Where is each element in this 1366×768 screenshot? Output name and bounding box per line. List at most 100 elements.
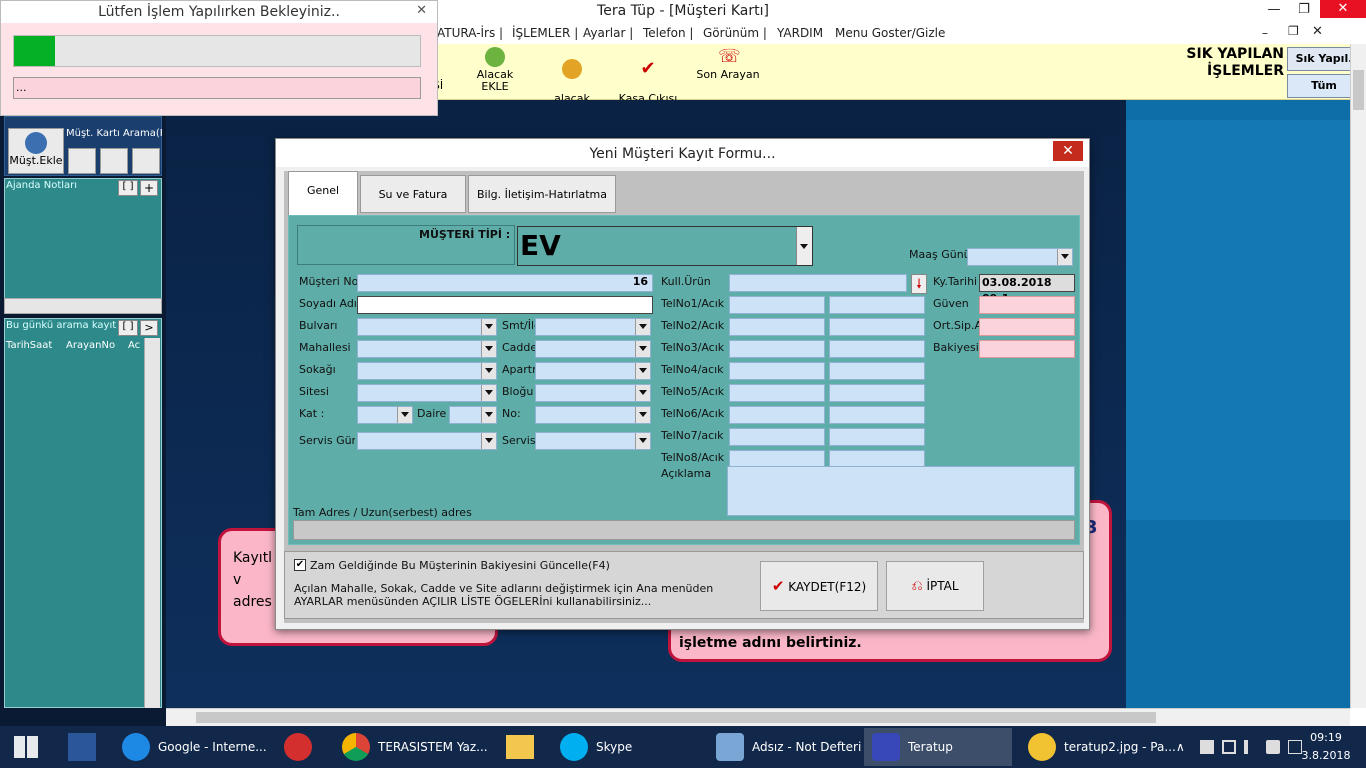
tray-volume-icon[interactable] bbox=[1266, 740, 1280, 754]
sokagi-select[interactable] bbox=[357, 362, 497, 380]
maas-gunu-select[interactable] bbox=[967, 248, 1073, 266]
musteri-no-field[interactable]: 16 bbox=[357, 274, 653, 292]
alacak-tahsilati-button[interactable]: alacak TAHSİLATI bbox=[540, 47, 604, 117]
mdi-restore-icon[interactable]: ❐ bbox=[1288, 24, 1299, 38]
tel-note-field-2[interactable] bbox=[829, 318, 925, 336]
tray-chevron-icon[interactable]: ∧ bbox=[1176, 740, 1185, 754]
horizontal-scrollbar[interactable] bbox=[166, 708, 1350, 726]
arama-collapse-button[interactable]: [ ] bbox=[118, 320, 138, 336]
tray-network-icon[interactable] bbox=[1222, 740, 1236, 754]
tel-note-field-1[interactable] bbox=[829, 296, 925, 314]
progress-close-icon[interactable]: ✕ bbox=[416, 3, 427, 18]
menu-fatura[interactable]: ATURA-İrs | bbox=[437, 26, 503, 40]
cadde-select[interactable] bbox=[535, 340, 651, 358]
task-teratup[interactable]: Teratup bbox=[864, 728, 1012, 766]
servis-select[interactable] bbox=[535, 432, 651, 450]
aciklama-field[interactable] bbox=[727, 466, 1075, 516]
arama-kayitlari-panel[interactable] bbox=[4, 318, 162, 708]
task-skype[interactable]: Skype bbox=[552, 728, 698, 766]
tab-iletisim[interactable]: Bilg. İletişim-Hatırlatma Bilgileri bbox=[468, 175, 616, 239]
ajanda-panel[interactable] bbox=[4, 178, 162, 314]
musteri-ekle-button[interactable]: Müşt.Ekle bbox=[8, 128, 64, 174]
blogu-select[interactable] bbox=[535, 384, 651, 402]
arama-scrollbar[interactable] bbox=[144, 338, 160, 708]
kull-urun-field[interactable] bbox=[729, 274, 907, 292]
ajanda-collapse-button[interactable]: [ ] bbox=[118, 180, 138, 196]
tam-adres-field[interactable] bbox=[293, 520, 1075, 540]
sitesi-select[interactable] bbox=[357, 384, 497, 402]
tel-number-field-7[interactable] bbox=[729, 428, 825, 446]
clock-time[interactable]: 09:19 bbox=[1302, 731, 1350, 744]
chrome-icon bbox=[342, 733, 370, 761]
mdi-close-icon[interactable]: ✕ bbox=[1312, 24, 1323, 39]
kasa-cikisi-button[interactable]: ✔ Kasa Çıkışı (Masraf Ekle) bbox=[612, 47, 684, 129]
help-balloon-left-text: Kayıtl v adres bbox=[233, 550, 273, 610]
word-task[interactable] bbox=[60, 728, 106, 766]
task-explorer[interactable] bbox=[494, 728, 546, 766]
kat-select[interactable] bbox=[357, 406, 413, 424]
menu-ayarlar[interactable]: Ayarlar | bbox=[583, 26, 633, 40]
clock-date[interactable]: 3.8.2018 bbox=[1300, 749, 1352, 762]
menu-islemler[interactable]: İŞLEMLER | bbox=[512, 26, 578, 40]
tel-number-field-5[interactable] bbox=[729, 384, 825, 402]
tel-note-field-4[interactable] bbox=[829, 362, 925, 380]
iptal-button[interactable]: ⎌ İPTAL bbox=[886, 561, 984, 611]
tray-flag-icon[interactable] bbox=[1200, 740, 1214, 754]
daire-select[interactable] bbox=[449, 406, 497, 424]
task-chrome[interactable]: TERASISTEM Yaz... bbox=[334, 728, 488, 766]
no-select[interactable] bbox=[535, 406, 651, 424]
menu-yardim[interactable]: YARDIM bbox=[777, 26, 823, 40]
zoom-search-icon[interactable] bbox=[100, 148, 128, 174]
menu-gorunum[interactable]: Görünüm | bbox=[703, 26, 767, 40]
ky-tarihi-field[interactable]: 03.08.2018 09:1 bbox=[979, 274, 1075, 305]
task-app2[interactable] bbox=[272, 728, 324, 766]
dialog-close-button[interactable]: ✕ bbox=[1053, 141, 1083, 161]
tel-number-field-2[interactable] bbox=[729, 318, 825, 336]
close-button[interactable]: ✕ bbox=[1320, 0, 1366, 18]
restore-button[interactable]: ❐ bbox=[1292, 2, 1316, 17]
son-arayan-button[interactable]: ☏ Son Arayan bbox=[694, 47, 762, 97]
tab-su-fatura[interactable]: Su ve Fatura Bilgileri bbox=[360, 175, 466, 239]
menu-telefon[interactable]: Telefon | bbox=[643, 26, 693, 40]
tel-note-field-5[interactable] bbox=[829, 384, 925, 402]
minimize-button[interactable]: — bbox=[1262, 2, 1286, 17]
arama-next-button[interactable]: > bbox=[140, 320, 158, 336]
tel-label-2: TelNo2/Acık bbox=[661, 319, 725, 332]
menu-goster-gizle[interactable]: Menu Goster/Gizle bbox=[835, 26, 945, 40]
smt-ilce-select[interactable] bbox=[535, 318, 651, 336]
ajanda-scrollbar[interactable] bbox=[4, 298, 162, 314]
zam-checkbox[interactable]: ✔ bbox=[294, 559, 306, 571]
zoom-add-icon[interactable] bbox=[132, 148, 160, 174]
servis-gunu-select[interactable] bbox=[357, 432, 497, 450]
bakiyesi-field[interactable] bbox=[979, 340, 1075, 358]
alacak-ekle-button[interactable]: Alacak EKLE bbox=[462, 47, 528, 97]
start-button[interactable] bbox=[0, 726, 52, 768]
musteri-tipi-label: MÜŞTERİ TİPİ : bbox=[419, 228, 511, 241]
dialog-title: Yeni Müşteri Kayıt Formu... bbox=[276, 139, 1089, 167]
tel-number-field-4[interactable] bbox=[729, 362, 825, 380]
apartman-select[interactable] bbox=[535, 362, 651, 380]
ajanda-add-button[interactable]: + bbox=[140, 180, 158, 196]
guven-field[interactable] bbox=[979, 296, 1075, 314]
user-search-icon[interactable] bbox=[68, 148, 96, 174]
tel-note-field-6[interactable] bbox=[829, 406, 925, 424]
tray-signal-icon[interactable] bbox=[1244, 740, 1258, 754]
task-notepad[interactable]: Adsız - Not Defteri bbox=[708, 728, 861, 766]
tel-number-field-1[interactable] bbox=[729, 296, 825, 314]
mdi-minimize-icon[interactable]: – bbox=[1262, 26, 1268, 40]
musteri-tipi-select[interactable]: EV bbox=[517, 226, 813, 266]
tel-number-field-6[interactable] bbox=[729, 406, 825, 424]
ort-sip-field[interactable] bbox=[979, 318, 1075, 336]
task-ie[interactable]: Google - Interne... bbox=[114, 728, 267, 766]
vertical-scrollbar[interactable] bbox=[1350, 44, 1366, 708]
bulvari-select[interactable] bbox=[357, 318, 497, 336]
task-paint[interactable]: teratup2.jpg - Pa... bbox=[1020, 728, 1176, 766]
arrow-down-icon[interactable]: 🠗 bbox=[911, 274, 927, 294]
mahallesi-select[interactable] bbox=[357, 340, 497, 358]
tel-note-field-3[interactable] bbox=[829, 340, 925, 358]
soyadi-field[interactable] bbox=[357, 296, 653, 314]
tab-genel-bilgiler[interactable]: Genel Bigiler bbox=[288, 171, 358, 235]
tel-number-field-3[interactable] bbox=[729, 340, 825, 358]
tel-note-field-7[interactable] bbox=[829, 428, 925, 446]
kaydet-button[interactable]: ✔ KAYDET(F12) bbox=[760, 561, 878, 611]
